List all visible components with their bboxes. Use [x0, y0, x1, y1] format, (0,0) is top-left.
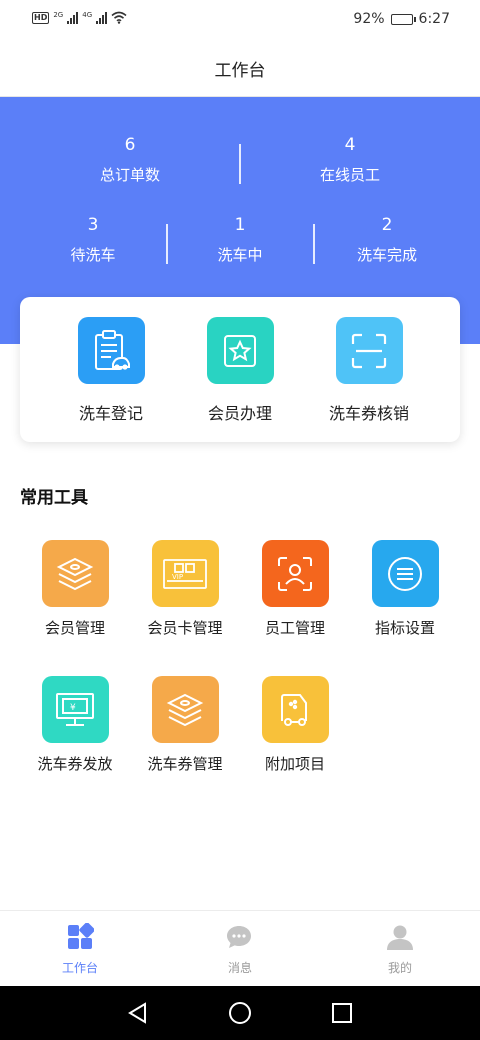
- stat-done-label: 洗车完成: [356, 246, 417, 264]
- back-icon[interactable]: [127, 1002, 149, 1024]
- status-bar: HD 2G 4G 92% 6:27: [0, 0, 480, 40]
- list-circle-icon: [371, 540, 439, 607]
- stat-waiting-label: 待洗车: [70, 246, 116, 264]
- wash-register-button[interactable]: 洗车登记: [46, 317, 176, 424]
- wifi-icon: [111, 11, 127, 24]
- grid-icon: [68, 922, 95, 949]
- tab-messages-label: 消息: [227, 961, 252, 975]
- tool-coupon-issue[interactable]: ¥ 洗车券发放: [20, 676, 130, 774]
- tool-member-manage-label: 会员管理: [44, 619, 105, 637]
- truck-icon: [261, 676, 329, 743]
- tool-extra-items[interactable]: 附加项目: [240, 676, 350, 774]
- stat-washing-label: 洗车中: [217, 246, 263, 264]
- tool-staff-manage-label: 员工管理: [264, 619, 325, 637]
- person-frame-icon: [261, 540, 329, 607]
- stat-divider: [239, 144, 241, 184]
- stat-washing-value: 1: [234, 215, 246, 235]
- tool-coupon-issue-label: 洗车券发放: [37, 755, 113, 773]
- system-nav-bar: [0, 986, 480, 1040]
- tool-member-manage[interactable]: 会员管理: [20, 540, 130, 638]
- tab-mine-label: 我的: [387, 961, 412, 975]
- page-title: 工作台: [214, 60, 266, 81]
- tool-coupon-manage-label: 洗车券管理: [147, 755, 223, 773]
- layers-icon: [41, 540, 109, 607]
- stat-total-orders-label: 总订单数: [99, 166, 160, 184]
- battery-percent: 92%: [353, 11, 385, 27]
- network-2g-label: 2G: [53, 11, 64, 19]
- stat-done-value: 2: [381, 215, 393, 235]
- tool-extra-items-label: 附加项目: [264, 755, 325, 773]
- clipboard-car-icon: [77, 317, 145, 384]
- tool-member-card-manage[interactable]: VIP 会员卡管理: [130, 540, 240, 638]
- svg-text:¥: ¥: [70, 703, 76, 713]
- hd-badge: HD: [32, 11, 50, 24]
- member-handle-label: 会员办理: [207, 404, 272, 423]
- user-icon: [387, 925, 413, 950]
- stat-online-staff-label: 在线员工: [319, 166, 380, 184]
- network-4g-label: 4G: [82, 11, 93, 19]
- tool-coupon-manage[interactable]: 洗车券管理: [130, 676, 240, 774]
- signal-icon-2: [96, 11, 108, 24]
- stat-online-staff-value: 4: [344, 135, 356, 155]
- scan-icon: [335, 317, 403, 384]
- star-badge-icon: [206, 317, 274, 384]
- stat-divider: [166, 224, 168, 264]
- signal-icon: [67, 11, 79, 24]
- svg-text:VIP: VIP: [172, 573, 183, 581]
- battery-icon: [390, 13, 416, 25]
- stat-divider: [313, 224, 315, 264]
- bottom-tab-bar: 工作台 消息 我的: [0, 910, 480, 986]
- recents-icon[interactable]: [331, 1002, 353, 1024]
- home-icon[interactable]: [228, 1001, 252, 1025]
- tool-metric-settings-label: 指标设置: [374, 619, 435, 637]
- layers-icon: [151, 676, 219, 743]
- ticket-monitor-icon: ¥: [41, 676, 109, 743]
- tab-workbench[interactable]: 工作台: [20, 922, 140, 976]
- tool-member-card-manage-label: 会员卡管理: [147, 619, 223, 637]
- coupon-verify-button[interactable]: 洗车券核销: [304, 317, 434, 424]
- clock: 6:27: [418, 11, 450, 27]
- tab-messages[interactable]: 消息: [180, 923, 300, 976]
- stat-waiting-value: 3: [87, 215, 99, 235]
- status-right: 92% 6:27: [353, 11, 450, 27]
- member-handle-button[interactable]: 会员办理: [175, 317, 305, 424]
- tool-metric-settings[interactable]: 指标设置: [350, 540, 460, 638]
- quick-actions-card: 洗车登记 会员办理 洗车券核销: [20, 297, 460, 442]
- stat-waiting[interactable]: 3 待洗车: [33, 215, 153, 265]
- tool-staff-manage[interactable]: 员工管理: [240, 540, 350, 638]
- stat-total-orders[interactable]: 6 总订单数: [60, 135, 200, 185]
- page-title-bar: 工作台: [0, 40, 480, 97]
- stat-total-orders-value: 6: [124, 135, 136, 155]
- tab-mine[interactable]: 我的: [340, 923, 460, 976]
- stat-washing[interactable]: 1 洗车中: [180, 215, 300, 265]
- stat-done[interactable]: 2 洗车完成: [327, 215, 447, 265]
- coupon-verify-label: 洗车券核销: [328, 404, 409, 423]
- chat-icon: [227, 926, 251, 948]
- wash-register-label: 洗车登记: [78, 404, 143, 423]
- tab-workbench-label: 工作台: [61, 961, 98, 975]
- status-left: HD 2G 4G: [32, 11, 127, 24]
- vip-card-icon: VIP: [151, 540, 219, 607]
- section-title-tools: 常用工具: [20, 488, 88, 508]
- stat-online-staff[interactable]: 4 在线员工: [280, 135, 420, 185]
